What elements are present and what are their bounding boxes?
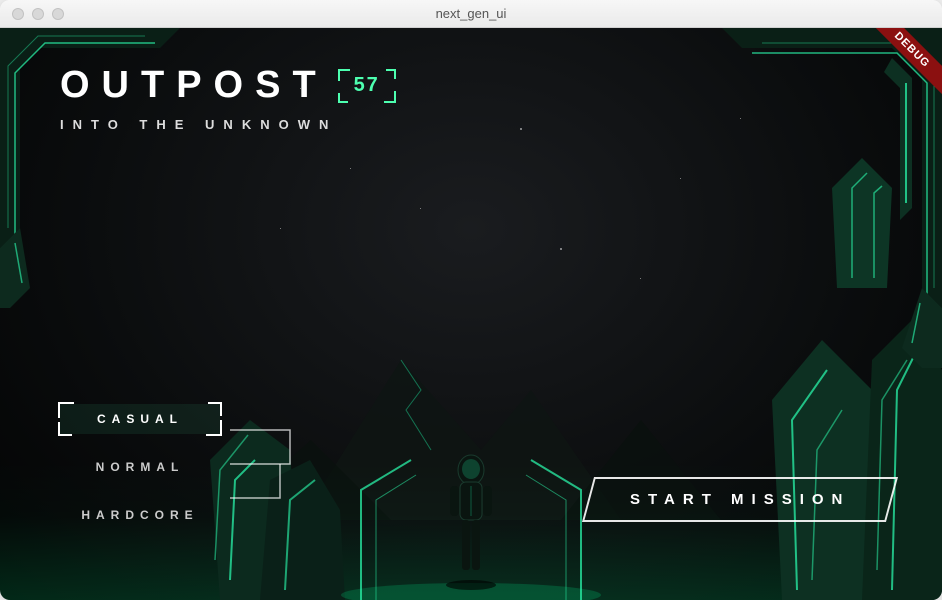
debug-banner: DEBUG <box>863 28 942 99</box>
star-icon <box>740 118 741 119</box>
star-icon <box>560 248 562 250</box>
star-icon <box>420 208 421 209</box>
title-text: OUTPOST <box>60 64 328 107</box>
star-icon <box>280 228 281 229</box>
star-icon <box>640 278 641 279</box>
title-badge: 57 <box>340 71 394 101</box>
window-title: next_gen_ui <box>0 6 942 21</box>
start-button-label: START MISSION <box>630 491 850 508</box>
start-mission-button[interactable]: START MISSION <box>582 477 898 522</box>
title-main: OUTPOST 57 <box>60 64 394 107</box>
star-icon <box>680 178 681 179</box>
difficulty-label: CASUAL <box>97 412 183 426</box>
window-titlebar: next_gen_ui <box>0 0 942 28</box>
title-block: OUTPOST 57 INTO THE UNKNOWN <box>60 64 394 132</box>
astronaut-icon <box>436 450 506 590</box>
game-viewport: DEBUG OUTPOST 57 INTO THE UNKNOWN CASUAL <box>0 28 942 600</box>
difficulty-option-normal[interactable]: NORMAL <box>60 452 220 482</box>
difficulty-option-casual[interactable]: CASUAL <box>60 404 220 434</box>
difficulty-menu: CASUAL NORMAL HARDCORE <box>60 404 220 530</box>
star-icon <box>350 168 351 169</box>
title-badge-number: 57 <box>354 74 380 97</box>
rock-pillar-right-icon <box>742 300 942 600</box>
menu-connector-icon <box>230 414 370 514</box>
difficulty-option-hardcore[interactable]: HARDCORE <box>60 500 220 530</box>
difficulty-label: NORMAL <box>96 460 185 474</box>
star-icon <box>520 128 522 130</box>
title-subtitle: INTO THE UNKNOWN <box>60 117 394 132</box>
app-window: next_gen_ui <box>0 0 942 600</box>
difficulty-label: HARDCORE <box>81 508 198 522</box>
